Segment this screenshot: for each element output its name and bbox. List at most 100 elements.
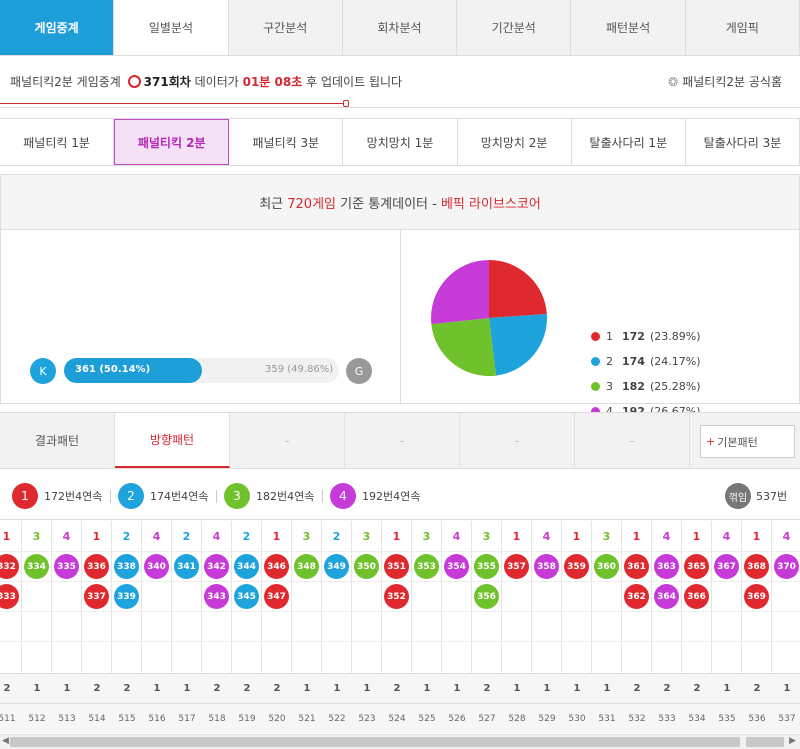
grid-cell: 359 (562, 551, 591, 581)
legend-value: 182 (622, 380, 645, 393)
legend-dot-icon (591, 332, 600, 341)
grid-cell (712, 641, 741, 671)
round-label: 528 (502, 703, 532, 733)
tab-daily-analysis[interactable]: 일별분석 (114, 0, 229, 55)
grid-cell (82, 611, 111, 641)
result-ball: 364 (654, 584, 679, 609)
tab-penalty-1min[interactable]: 패널티킥 1분 (0, 119, 115, 165)
legend-label: 3 (606, 380, 613, 393)
column-head: 4 (62, 529, 71, 543)
grid-cell (322, 641, 351, 671)
grid-cell (472, 641, 501, 671)
countdown-progress (0, 103, 346, 104)
grid-cell: 357 (502, 551, 531, 581)
tab-empty-4: - (575, 413, 690, 468)
result-ball: 345 (234, 584, 259, 609)
grid-cell: 340 (142, 551, 171, 581)
grid-cell: 337 (82, 581, 111, 611)
tab-hammer-2min[interactable]: 망치망치 2분 (458, 119, 572, 165)
round-label: 532 (622, 703, 652, 733)
result-ball: 366 (684, 584, 709, 609)
grid-cell (142, 641, 171, 671)
tab-pattern-analysis[interactable]: 패턴분석 (571, 0, 686, 55)
data-label: 데이터가 (194, 75, 239, 89)
grid-cell: 354 (442, 551, 471, 581)
tab-section-analysis[interactable]: 구간분석 (229, 0, 343, 55)
round-label: 529 (532, 703, 562, 733)
grid-cell (772, 611, 800, 641)
update-info-text: 패널티킥2분 게임중계 371회차 데이터가 01분 08초 후 업데이트 됩니… (10, 73, 402, 90)
tab-game-pick[interactable]: 게임픽 (686, 0, 800, 55)
horizontal-scrollbar[interactable]: ◀ ▶ (0, 734, 800, 749)
grid-cell: 335 (52, 551, 81, 581)
grid-cell (142, 581, 171, 611)
g-badge: G (346, 358, 372, 384)
round-label: 519 (232, 703, 262, 733)
stats-panel: 최근 720게임 기준 통계데이터 - 베픽 라이브스코어 K 361 (50.… (0, 174, 800, 418)
grid-cell (502, 611, 531, 641)
result-ball: 338 (114, 554, 139, 579)
ball-1-icon: 1 (12, 483, 38, 509)
scroll-left-icon[interactable]: ◀ (2, 736, 9, 746)
round-label: 524 (382, 703, 412, 733)
basic-pattern-button[interactable]: + 기본패턴 (700, 425, 795, 458)
column-head: 4 (542, 529, 551, 543)
grid-cell (142, 611, 171, 641)
result-ball: 367 (714, 554, 739, 579)
round-label: 536 (742, 703, 772, 733)
tab-result-pattern[interactable]: 결과패턴 (0, 413, 115, 468)
grid-cell: 355 (472, 551, 501, 581)
grid-cell (232, 611, 261, 641)
result-ball: 358 (534, 554, 559, 579)
round-label: 522 (322, 703, 352, 733)
tab-escape-ladder-3min[interactable]: 탈출사다리 3분 (686, 119, 800, 165)
scroll-right-icon[interactable]: ▶ (789, 736, 796, 746)
result-ball: 352 (384, 584, 409, 609)
streak-count: 1 (52, 673, 82, 703)
streak-count: 1 (442, 673, 472, 703)
column-head: 2 (332, 529, 341, 543)
result-ball: 351 (384, 554, 409, 579)
tab-penalty-2min[interactable]: 패널티킥 2분 (114, 119, 230, 165)
grid-cell: 362 (622, 581, 651, 611)
tab-period-analysis[interactable]: 기간분석 (457, 0, 572, 55)
grid-cell: 334 (22, 551, 51, 581)
progress-marker-icon (343, 100, 349, 107)
column-head: 1 (2, 529, 11, 543)
legend-item-2: 2 174 (24.17%) (591, 349, 701, 374)
grid-cell: 360 (592, 551, 621, 581)
grid-cell (352, 581, 381, 611)
column-head: 3 (602, 529, 611, 543)
tab-escape-ladder-1min[interactable]: 탈출사다리 1분 (572, 119, 686, 165)
pattern-grid: 1 332 333 2 511 3 334 1 512 4 335 1 513 1 336 337 2 514 2 3… (0, 521, 800, 733)
result-ball: 333 (0, 584, 19, 609)
scrollbar-thumb[interactable] (10, 737, 740, 747)
streak-2-text: 174번4연속 (150, 490, 209, 503)
grid-cell (352, 611, 381, 641)
grid-cell (532, 611, 561, 641)
grid-cell: 370 (772, 551, 800, 581)
legend-label: 2 (606, 355, 613, 368)
tab-round-analysis[interactable]: 회차분석 (343, 0, 458, 55)
grid-cell: 352 (382, 581, 411, 611)
grid-cell (0, 641, 21, 671)
countdown-timer: 01분 08초 (242, 75, 303, 89)
tab-penalty-3min[interactable]: 패널티킥 3분 (229, 119, 344, 165)
ball-4-icon: 4 (330, 483, 356, 509)
tab-direction-pattern[interactable]: 방향패턴 (115, 413, 230, 468)
streak-2: 2 174번4연속 (118, 483, 218, 509)
tab-live[interactable]: 게임중계 (0, 0, 115, 55)
grid-cell (742, 641, 771, 671)
round-label: 526 (442, 703, 472, 733)
grid-cell (502, 581, 531, 611)
grid-cell (112, 641, 141, 671)
pie-slice-2 (489, 313, 547, 376)
streak-3: 3 182번4연속 (224, 483, 324, 509)
streak-count: 2 (112, 673, 142, 703)
tab-hammer-1min[interactable]: 망치망치 1분 (343, 119, 458, 165)
legend-percent: (23.89%) (649, 330, 701, 343)
official-home-link[interactable]: ❂ 패널티킥2분 공식홈 (668, 73, 782, 90)
grid-cell (562, 641, 591, 671)
streak-count: 1 (142, 673, 172, 703)
grid-cell (172, 611, 201, 641)
